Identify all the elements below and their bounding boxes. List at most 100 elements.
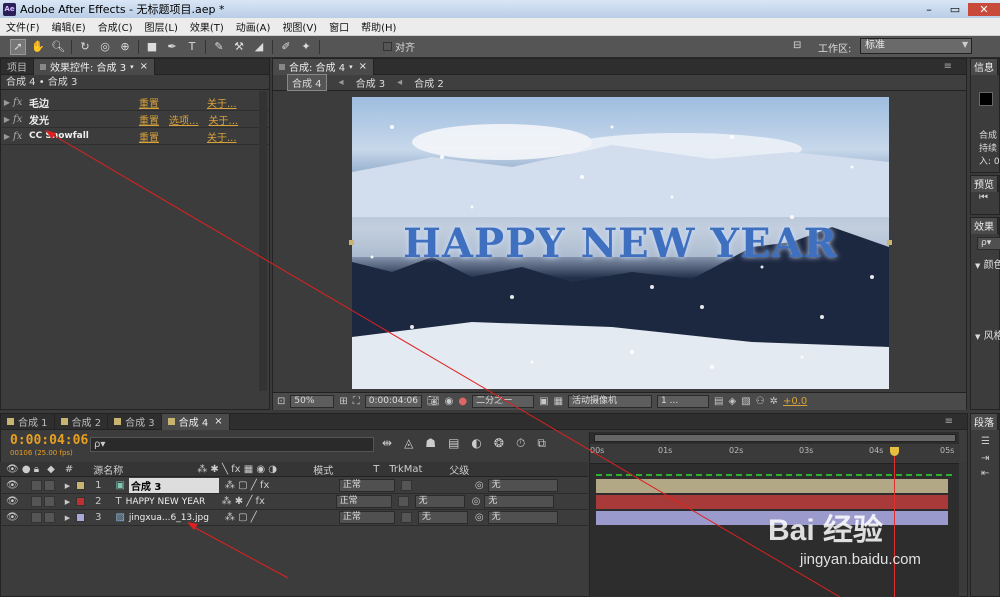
playhead-line[interactable] bbox=[894, 456, 895, 597]
menu-window[interactable]: 窗口 bbox=[323, 19, 355, 34]
text-tool-icon[interactable]: T bbox=[184, 39, 200, 55]
table-row[interactable]: 👁︎ ▶ 1 ▣ 合成 3 ⁂ ▢ ╱ fx 正常 ◎ 无 bbox=[0, 478, 588, 494]
time-ruler[interactable] bbox=[590, 444, 960, 464]
comp-mini-flowchart-icon[interactable]: ⇹ bbox=[382, 436, 392, 451]
layer-switches-icon[interactable]: ⁂ ✱ ╱ fx bbox=[222, 496, 336, 507]
panel-menu-icon[interactable]: ≡ bbox=[944, 61, 952, 72]
menu-layer[interactable]: 图层(L) bbox=[138, 19, 183, 34]
grid-icon[interactable]: ⊞ bbox=[339, 396, 347, 407]
motion-blur-icon[interactable]: ◐ bbox=[471, 436, 481, 451]
close-tab-icon[interactable]: × bbox=[214, 416, 222, 427]
rectangle-tool-icon[interactable]: ■ bbox=[144, 39, 160, 55]
region-icon[interactable]: ⛶ bbox=[353, 396, 360, 407]
workspace-toggle-icon[interactable]: ⊟ bbox=[793, 40, 801, 51]
scrollbar[interactable] bbox=[259, 91, 267, 391]
auto-keyframe-icon[interactable]: ⏱ bbox=[516, 436, 525, 451]
effect-row-roughen-edges[interactable]: ▶ fx 毛边 重置 关于... bbox=[1, 94, 269, 111]
lock-switch[interactable] bbox=[43, 496, 55, 507]
category-item[interactable]: ▼ 颜色 bbox=[971, 256, 1000, 271]
solo-switch[interactable] bbox=[30, 512, 42, 523]
about-link[interactable]: 关于... bbox=[207, 129, 237, 144]
effects-search-input[interactable]: ρ▾ bbox=[977, 237, 1000, 250]
menu-help[interactable]: 帮助(H) bbox=[355, 19, 402, 34]
menu-composition[interactable]: 合成(C) bbox=[92, 19, 139, 34]
exposure-value[interactable]: +0.0 bbox=[783, 396, 807, 407]
tab-effect-controls[interactable]: 效果控件: 合成 3 ▾ × bbox=[34, 58, 155, 75]
lock-switch[interactable] bbox=[43, 480, 55, 491]
tab-effects-presets[interactable]: 效果 bbox=[971, 217, 998, 234]
label-color[interactable] bbox=[76, 513, 86, 522]
views-select[interactable]: 1 ... bbox=[657, 395, 710, 408]
eye-icon[interactable]: 👁︎ bbox=[6, 480, 19, 491]
label-color[interactable] bbox=[76, 481, 86, 490]
scrollbar[interactable] bbox=[959, 462, 967, 592]
eye-icon[interactable]: 👁︎ bbox=[6, 496, 19, 507]
mode-select[interactable]: 正常 bbox=[338, 511, 395, 524]
pick-whip-icon[interactable]: ◎ bbox=[472, 496, 481, 507]
tab-project[interactable]: 项目 bbox=[1, 58, 34, 75]
layer-name[interactable]: HAPPY NEW YEAR bbox=[126, 497, 216, 507]
expand-triangle-icon[interactable]: ▶ bbox=[1, 98, 13, 107]
menu-animation[interactable]: 动画(A) bbox=[230, 19, 277, 34]
flowchart-icon[interactable]: ⚇ bbox=[756, 396, 765, 407]
about-link[interactable]: 关于... bbox=[207, 95, 237, 110]
preserve-transparency[interactable] bbox=[400, 480, 412, 491]
layer-handle[interactable] bbox=[887, 240, 892, 245]
pen-tool-icon[interactable]: ✒ bbox=[164, 39, 180, 55]
effect-row-cc-snowfall[interactable]: ▶ fx CC Snowfall 重置 关于... bbox=[1, 128, 269, 145]
close-tab-icon[interactable]: × bbox=[140, 61, 148, 72]
camera-select[interactable]: 活动摄像机 bbox=[568, 395, 653, 408]
always-preview-icon[interactable]: ⊡ bbox=[277, 396, 285, 407]
composition-canvas[interactable]: HAPPY NEW YEAR bbox=[352, 97, 889, 389]
layer-name[interactable]: 合成 3 bbox=[128, 478, 219, 493]
panel-menu-icon[interactable]: ≡ bbox=[945, 416, 953, 427]
channel-icon[interactable]: ● bbox=[458, 396, 467, 407]
puppet-pin-tool-icon[interactable]: ✦ bbox=[298, 39, 314, 55]
roi-icon[interactable]: ▣ bbox=[539, 396, 548, 407]
about-link[interactable]: 关于... bbox=[209, 112, 239, 127]
resolution-select[interactable]: 二分之一 bbox=[472, 395, 535, 408]
brainstorm-icon[interactable]: ❂ bbox=[494, 436, 504, 451]
maximize-icon[interactable]: ▭ bbox=[942, 3, 968, 16]
menu-file[interactable]: 文件(F) bbox=[0, 19, 46, 34]
roto-brush-tool-icon[interactable]: ✐ bbox=[278, 39, 294, 55]
playhead-marker-icon[interactable] bbox=[890, 447, 899, 456]
indent-icon[interactable]: ⇥ bbox=[971, 447, 999, 464]
tab-info[interactable]: 信息 bbox=[971, 58, 998, 75]
parent-select[interactable]: 无 bbox=[484, 495, 555, 508]
minimize-icon[interactable]: – bbox=[916, 3, 942, 16]
tab-comp-1[interactable]: 合成 1 bbox=[1, 413, 55, 430]
camera-tool-icon[interactable]: ◎ bbox=[97, 39, 113, 55]
parent-select[interactable]: 无 bbox=[487, 511, 558, 524]
workspace-dropdown-icon[interactable]: ▼ bbox=[962, 40, 968, 49]
current-time[interactable]: 0:00:04:06 bbox=[364, 395, 422, 408]
hide-shy-layers-icon[interactable]: ☗ bbox=[425, 436, 436, 451]
fast-preview-icon[interactable]: ◈ bbox=[729, 396, 737, 407]
work-area-bar[interactable] bbox=[594, 434, 956, 442]
chevron-down-icon[interactable]: ▾ bbox=[130, 63, 134, 71]
eraser-tool-icon[interactable]: ◢ bbox=[251, 39, 267, 55]
tab-comp-3[interactable]: 合成 3 bbox=[108, 413, 162, 430]
rotate-tool-icon[interactable]: ↻ bbox=[77, 39, 93, 55]
layer-handle[interactable] bbox=[349, 240, 354, 245]
preserve-transparency[interactable] bbox=[397, 496, 409, 507]
tab-preview[interactable]: 预览 bbox=[971, 175, 998, 192]
snapshot-icon[interactable]: 📷︎ bbox=[427, 396, 440, 407]
tab-paragraph[interactable]: 段落 bbox=[971, 413, 998, 430]
expand-triangle-icon[interactable]: ▶ bbox=[65, 482, 70, 490]
reset-link[interactable]: 重置 bbox=[139, 129, 159, 144]
align-checkbox[interactable] bbox=[383, 42, 392, 51]
layer-switches-icon[interactable]: ⁂ ▢ ╱ bbox=[225, 512, 339, 523]
pan-behind-tool-icon[interactable]: ⊕ bbox=[117, 39, 133, 55]
menu-view[interactable]: 视图(V) bbox=[276, 19, 323, 34]
solo-switch[interactable] bbox=[30, 496, 42, 507]
tab-composition-4[interactable]: 合成: 合成 4 ▾ × bbox=[273, 58, 374, 75]
timeline-icon[interactable]: ▧ bbox=[741, 396, 750, 407]
show-snapshot-icon[interactable]: ◉ bbox=[445, 396, 454, 407]
layer-switches-icon[interactable]: ⁂ ▢ ╱ fx bbox=[225, 480, 339, 491]
trkmat-select[interactable]: 无 bbox=[417, 511, 468, 524]
preserve-transparency[interactable] bbox=[400, 512, 412, 523]
chevron-down-icon[interactable]: ▾ bbox=[349, 63, 353, 71]
table-row[interactable]: 👁︎ ▶ 3 ▨ jingxua...6_13.jpg ⁂ ▢ ╱ 正常 无 ◎… bbox=[0, 510, 588, 526]
align-left-icon[interactable]: ☰ bbox=[971, 430, 999, 447]
